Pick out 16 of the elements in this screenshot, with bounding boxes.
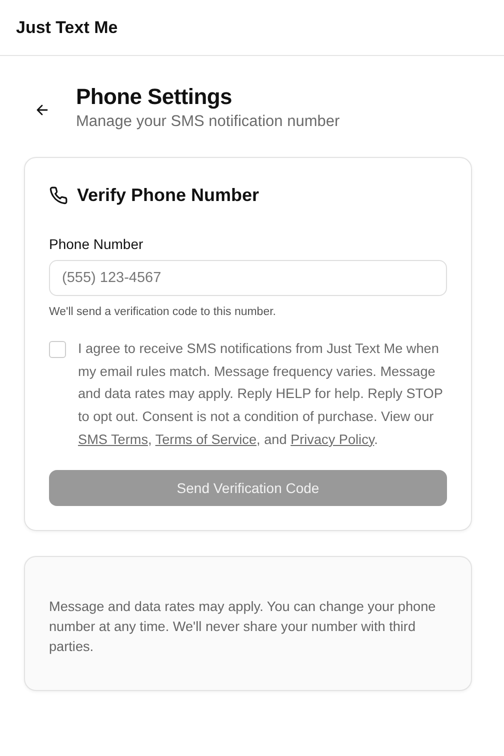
app-title: Just Text Me	[16, 18, 118, 38]
phone-icon	[49, 186, 68, 204]
back-arrow-icon	[36, 104, 48, 116]
phone-number-field[interactable]: (555) 123-4567	[49, 260, 447, 296]
link[interactable]: SMS Terms	[78, 432, 148, 447]
card-title: Verify Phone Number	[77, 184, 260, 207]
page-title: Phone Settings	[76, 83, 233, 111]
field-hint: We'll send a verification code to this number.	[49, 305, 277, 320]
link[interactable]: Terms of Service	[155, 432, 257, 447]
link[interactable]: Privacy Policy	[290, 432, 374, 447]
page-subtitle: Manage your SMS notification number	[76, 112, 340, 132]
info-text: Message and data rates may apply. You can change your phone number at any time. We'll never share your number with third parties.	[49, 598, 437, 656]
consent-checkbox[interactable]	[49, 341, 66, 358]
field-label: Phone Number	[49, 235, 144, 253]
back-button[interactable]	[36, 104, 48, 116]
consent-text: I agree to receive SMS notifications from Just Text Me when my email rules match. Message frequency varies. Message and data rates may apply. Reply HELP for help. Reply STOP to opt out. Consent is not a condition of purchase. View our SMS Terms, Terms of Service, and Privacy Policy.	[78, 340, 444, 449]
